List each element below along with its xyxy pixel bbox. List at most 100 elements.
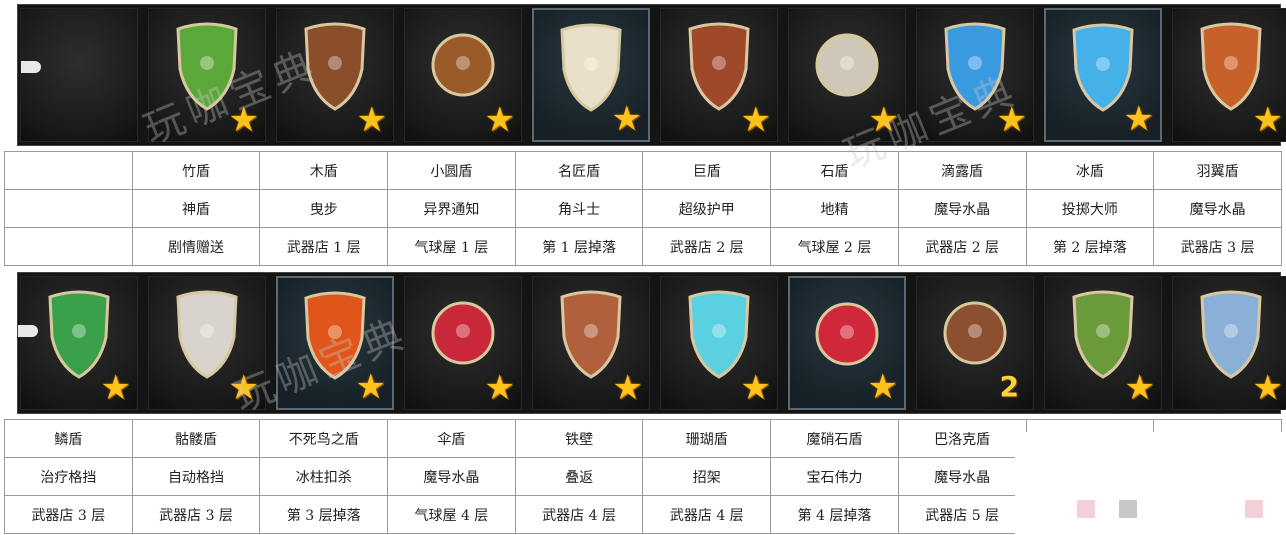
skill-cell: 异界通知: [387, 189, 516, 228]
skill-cell: [4, 189, 133, 228]
source-cell: 第 3 层掉落: [259, 495, 389, 534]
star-icon: ★: [612, 368, 643, 408]
pixel-block: [1245, 500, 1263, 518]
skill-cell: 魔导水晶: [897, 457, 1027, 496]
pixel-block: [1077, 500, 1095, 518]
shield-tile: ★: [404, 8, 522, 142]
name-cell: 小圆盾: [387, 151, 516, 190]
name-cell: 巴洛克盾: [897, 419, 1027, 458]
barok-shield-icon: [943, 301, 1007, 365]
shield-tile: ★: [660, 8, 778, 142]
skill-cell: 神盾: [131, 189, 261, 228]
shield-tile: ★: [660, 276, 778, 410]
skill-cell: 魔导水晶: [387, 457, 516, 496]
shield-tile: ★: [148, 276, 266, 410]
shield-tile: ★: [788, 8, 906, 142]
skill-cell: 招架: [642, 457, 772, 496]
star-icon: ★: [228, 100, 259, 140]
table-row: 竹盾 木盾 小圆盾 名匠盾 巨盾 石盾 滴露盾 冰盾 羽翼盾: [4, 151, 1282, 190]
skill-cell: 投掷大师: [1025, 189, 1155, 228]
shield-tile: ★: [276, 276, 394, 410]
source-cell: 第 4 层掉落: [770, 495, 899, 534]
skill-cell: 地精: [770, 189, 899, 228]
name-cell: 石盾: [770, 151, 899, 190]
name-cell: 珊瑚盾: [642, 419, 772, 458]
pointer-hand-icon: [21, 61, 41, 73]
source-cell: 武器店 1 层: [259, 227, 389, 266]
star-icon: ★: [484, 100, 515, 140]
shield-tile: 2: [916, 276, 1034, 410]
table-row: 神盾 曳步 异界通知 角斗士 超级护甲 地精 魔导水晶 投掷大师 魔导水晶: [4, 189, 1282, 228]
skill-cell: 曳步: [259, 189, 389, 228]
shield-tile: ★: [532, 8, 650, 142]
name-cell: 伞盾: [387, 419, 516, 458]
skill-cell: 叠返: [514, 457, 644, 496]
name-cell: 木盾: [259, 151, 389, 190]
source-cell: [4, 227, 133, 266]
name-cell: 鳞盾: [4, 419, 133, 458]
source-cell: 武器店 3 层: [1153, 227, 1282, 266]
source-cell: 武器店 3 层: [4, 495, 133, 534]
source-cell: 武器店 2 层: [897, 227, 1027, 266]
name-cell: 滴露盾: [897, 151, 1027, 190]
source-cell: 武器店 3 层: [131, 495, 261, 534]
name-cell: [4, 151, 133, 190]
skill-cell: 治疗格挡: [4, 457, 133, 496]
name-cell: 羽翼盾: [1153, 151, 1282, 190]
star-icon: ★: [228, 368, 259, 408]
rank-badge: 2: [999, 370, 1019, 403]
source-cell: 第 2 层掉落: [1025, 227, 1155, 266]
shield-tile: [20, 8, 138, 142]
pointer-hand-icon: [18, 325, 38, 337]
obscured-region: [1015, 432, 1286, 535]
shield-strip-top: ★ ★ ★ ★ ★ ★ ★ ★ ★ 玩咖宝典 玩咖宝典: [17, 4, 1286, 178]
name-cell: 竹盾: [131, 151, 261, 190]
shield-tile: ★: [1172, 8, 1286, 142]
source-cell: 武器店 4 层: [514, 495, 644, 534]
star-icon: ★: [1124, 368, 1155, 408]
skill-cell: 魔导水晶: [897, 189, 1027, 228]
shield-tile: ★: [1044, 276, 1162, 410]
skill-cell: 角斗士: [514, 189, 644, 228]
shield-tile: ★: [148, 8, 266, 142]
shield-tile: ★: [276, 8, 394, 142]
shield-tile: ★: [20, 276, 138, 410]
star-icon: ★: [867, 367, 898, 407]
skill-cell: 宝石伟力: [770, 457, 899, 496]
shield-tile: ★: [404, 276, 522, 410]
shield-tile: ★: [788, 276, 906, 410]
shield-tile: ★: [1172, 276, 1286, 410]
skill-cell: 魔导水晶: [1153, 189, 1282, 228]
skill-cell: 自动格挡: [131, 457, 261, 496]
table-row: 剧情赠送 武器店 1 层 气球屋 1 层 第 1 层掉落 武器店 2 层 气球屋…: [4, 227, 1282, 266]
source-cell: 气球屋 1 层: [387, 227, 516, 266]
name-cell: 铁壁: [514, 419, 644, 458]
star-icon: ★: [1252, 100, 1283, 140]
shield-info-table-top: 竹盾 木盾 小圆盾 名匠盾 巨盾 石盾 滴露盾 冰盾 羽翼盾 神盾 曳步 异界通…: [4, 151, 1282, 266]
name-cell: 巨盾: [642, 151, 772, 190]
source-cell: 武器店 5 层: [897, 495, 1027, 534]
shield-tile: ★: [916, 8, 1034, 142]
star-icon: ★: [355, 367, 386, 407]
name-cell: 名匠盾: [514, 151, 644, 190]
star-icon: ★: [868, 100, 899, 140]
shield-tile: ★: [1044, 8, 1162, 142]
name-cell: 骷髅盾: [131, 419, 261, 458]
source-cell: 武器店 2 层: [642, 227, 772, 266]
star-icon: ★: [1252, 368, 1283, 408]
source-cell: 剧情赠送: [131, 227, 261, 266]
source-cell: 武器店 4 层: [642, 495, 772, 534]
star-icon: ★: [484, 368, 515, 408]
star-icon: ★: [100, 368, 131, 408]
skill-cell: 冰柱扣杀: [259, 457, 389, 496]
star-icon: ★: [740, 368, 771, 408]
star-icon: ★: [1123, 99, 1154, 139]
name-cell: 冰盾: [1025, 151, 1155, 190]
star-icon: ★: [996, 100, 1027, 140]
star-icon: ★: [611, 99, 642, 139]
source-cell: 第 1 层掉落: [514, 227, 644, 266]
star-icon: ★: [740, 100, 771, 140]
source-cell: 气球屋 2 层: [770, 227, 899, 266]
shield-tile: ★: [532, 276, 650, 410]
skill-cell: 超级护甲: [642, 189, 772, 228]
